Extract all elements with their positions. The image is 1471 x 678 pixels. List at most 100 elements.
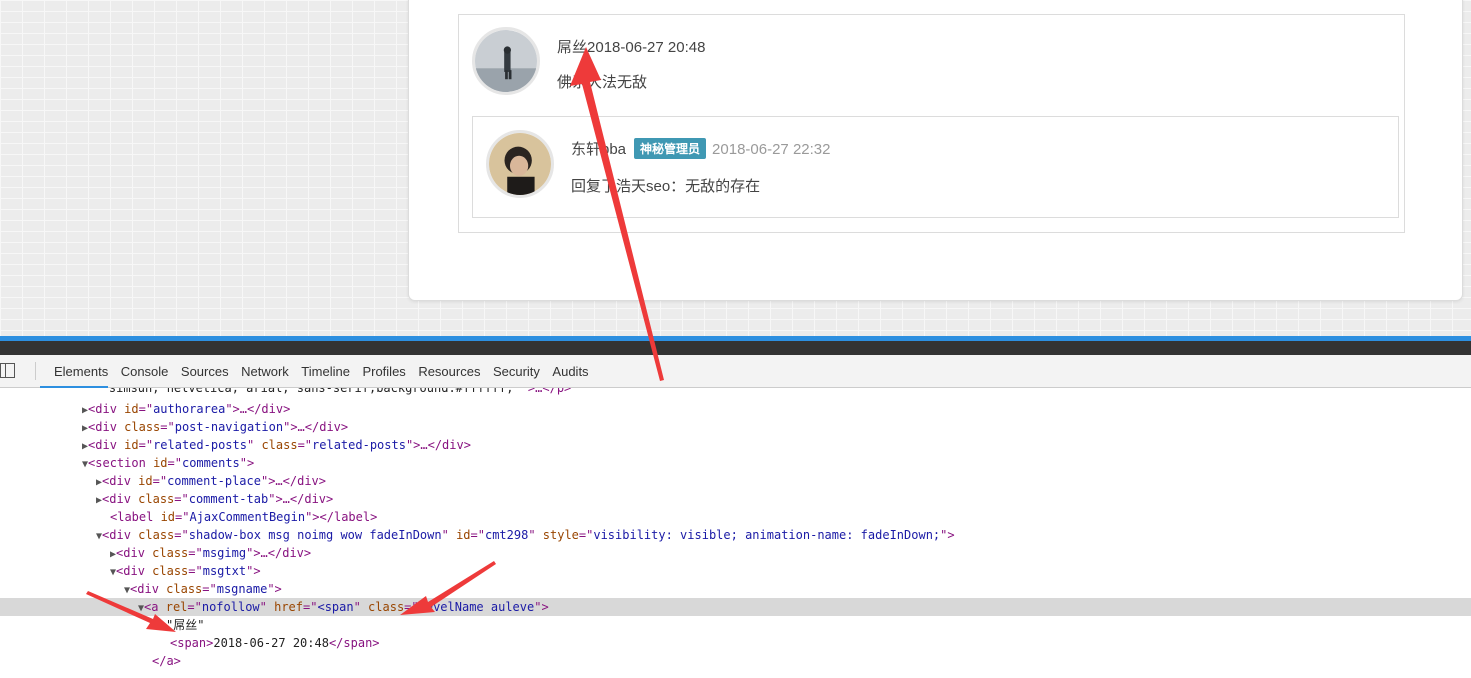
dom-token: <div (102, 492, 139, 506)
dom-token: class (138, 492, 175, 506)
comment-item: 屌丝2018-06-27 20:48 佛系大法无敌 东轩bba 神秘管理员 2018… (458, 14, 1405, 233)
reply-text: 回复了浩天seo：无敌的存在 (571, 178, 761, 195)
dom-node[interactable]: simsun, helvetica, arial, sans-serif;bac… (0, 388, 1471, 397)
dom-token: =" (152, 474, 168, 488)
dom-node[interactable]: ▶<div id="authorarea">…</div> (0, 400, 1471, 418)
reply-meta: 东轩bba 神秘管理员 2018-06-27 22:32 (571, 138, 830, 159)
tab-profiles[interactable]: Profiles (362, 355, 405, 388)
comment-card: 屌丝2018-06-27 20:48 佛系大法无敌 东轩bba 神秘管理员 2018… (408, 0, 1463, 301)
dom-token: ">…</div> (405, 438, 471, 452)
dom-token: =" (578, 528, 594, 542)
dom-token: 2018-06-27 20:48 (213, 636, 329, 650)
dom-token: post-navigation (174, 420, 284, 434)
dom-token: authorarea (153, 402, 226, 416)
dock-side-icon[interactable] (0, 363, 15, 378)
dom-token: =" (187, 600, 202, 614)
dom-token: id (153, 456, 168, 470)
dom-token: id (138, 474, 153, 488)
page-background: 屌丝2018-06-27 20:48 佛系大法无敌 东轩bba 神秘管理员 2018… (0, 0, 1471, 336)
tab-resources[interactable]: Resources (418, 355, 480, 388)
reply-time: 2018-06-27 22:32 (712, 141, 831, 158)
dom-token: <span (317, 600, 354, 614)
dom-token: related-posts (153, 438, 247, 452)
dom-node[interactable]: ▶<div id="comment-place">…</div> (0, 472, 1471, 490)
tab-console[interactable]: Console (121, 355, 169, 388)
dom-node[interactable]: </a> (0, 652, 1471, 670)
dom-token: ">…</div> (260, 474, 327, 488)
dom-token: "> (267, 582, 282, 596)
dom-token: =" (188, 564, 203, 578)
dom-token: "></label> (305, 510, 378, 524)
dom-token: msgtxt (202, 564, 247, 578)
dom-token: </span> (328, 636, 380, 650)
dom-token: <div (102, 474, 139, 488)
tab-audits[interactable]: Audits (552, 355, 588, 388)
dom-token: shadow-box msg noimg wow fadeInDown (188, 528, 442, 542)
dom-token: <div (88, 438, 125, 452)
dom-node[interactable]: ▼<section id="comments"> (0, 454, 1471, 472)
dom-node[interactable]: ▼<div class="shadow-box msg noimg wow fa… (0, 526, 1471, 544)
dom-token: visibility: visible; animation-name: fad… (593, 528, 941, 542)
dom-node[interactable]: ▶<div class="msgimg">…</div> (0, 544, 1471, 562)
dom-token: style (542, 528, 579, 542)
comment-text: 佛系大法无敌 (557, 74, 648, 91)
dom-token: rel (165, 600, 188, 614)
tab-network[interactable]: Network (241, 355, 289, 388)
dom-token: <div (116, 546, 153, 560)
devtools-splitter[interactable] (0, 341, 1471, 355)
dom-token: =" (160, 420, 175, 434)
dom-token: =" (167, 456, 182, 470)
dom-token: " (528, 528, 543, 542)
dom-node[interactable]: "屌丝" (0, 616, 1471, 634)
dom-token: "> (940, 528, 955, 542)
dom-token: =" (297, 438, 313, 452)
dom-token: id (160, 510, 176, 524)
dom-token: msgimg (202, 546, 247, 560)
dom-node[interactable]: <span>2018-06-27 20:48</span> (0, 634, 1471, 652)
dom-node[interactable]: ▶<div id="related-posts" class="related-… (0, 436, 1471, 454)
dom-node[interactable]: ▼<div class="msgtxt"> (0, 562, 1471, 580)
reply-avatar[interactable] (486, 130, 554, 198)
dom-token: comment-tab (188, 492, 269, 506)
tab-sources[interactable]: Sources (181, 355, 229, 388)
dom-token: class (138, 528, 175, 542)
dom-token: <div (116, 564, 153, 578)
dom-node[interactable]: ▶<div class="post-navigation">…</div> (0, 418, 1471, 436)
dom-node-selected[interactable]: ▼<a rel="nofollow" href="<span" class="L… (0, 598, 1471, 616)
dom-token: id (124, 402, 139, 416)
commenter-avatar[interactable] (472, 27, 540, 95)
dom-tree-panel[interactable]: simsun, helvetica, arial, sans-serif;bac… (0, 388, 1471, 678)
dom-token: " (259, 600, 275, 614)
dom-token: id (456, 528, 471, 542)
dom-token: class (152, 564, 189, 578)
dom-token: ">…</div> (283, 420, 349, 434)
dom-token: class (368, 600, 405, 614)
comment-time: 2018-06-27 20:48 (587, 39, 706, 56)
commenter-name[interactable]: 屌丝 (557, 39, 587, 56)
dom-node[interactable]: ▶<div class="comment-tab">…</div> (0, 490, 1471, 508)
admin-badge: 神秘管理员 (634, 138, 707, 159)
dom-token: <div (88, 402, 125, 416)
dom-token: <span> (170, 636, 214, 650)
dom-token: =" (174, 492, 189, 506)
dom-token: ">…</div> (268, 492, 334, 506)
dom-token: id (124, 438, 139, 452)
tab-security[interactable]: Security (493, 355, 540, 388)
dom-token: <div (88, 420, 125, 434)
dom-token: =" (303, 600, 318, 614)
reply-author-name[interactable]: 东轩bba (571, 141, 626, 158)
devtools-toolbar: Elements Console Sources Network Timelin… (0, 355, 1471, 388)
dom-token: =" (188, 546, 203, 560)
dom-token: ">…</div> (225, 402, 291, 416)
dom-node[interactable]: ▼<div class="msgname"> (0, 580, 1471, 598)
dom-token: "> (246, 564, 261, 578)
dom-node[interactable]: <label id="AjaxCommentBegin"></label> (0, 508, 1471, 526)
dom-token: "> (534, 600, 549, 614)
tab-timeline[interactable]: Timeline (301, 355, 350, 388)
dom-token: <div (102, 528, 139, 542)
tab-elements[interactable]: Elements (39, 355, 109, 388)
dom-token: =" (202, 582, 217, 596)
dom-token: comments (181, 456, 240, 470)
dom-token: <label (110, 510, 161, 524)
dom-token: class (124, 420, 161, 434)
